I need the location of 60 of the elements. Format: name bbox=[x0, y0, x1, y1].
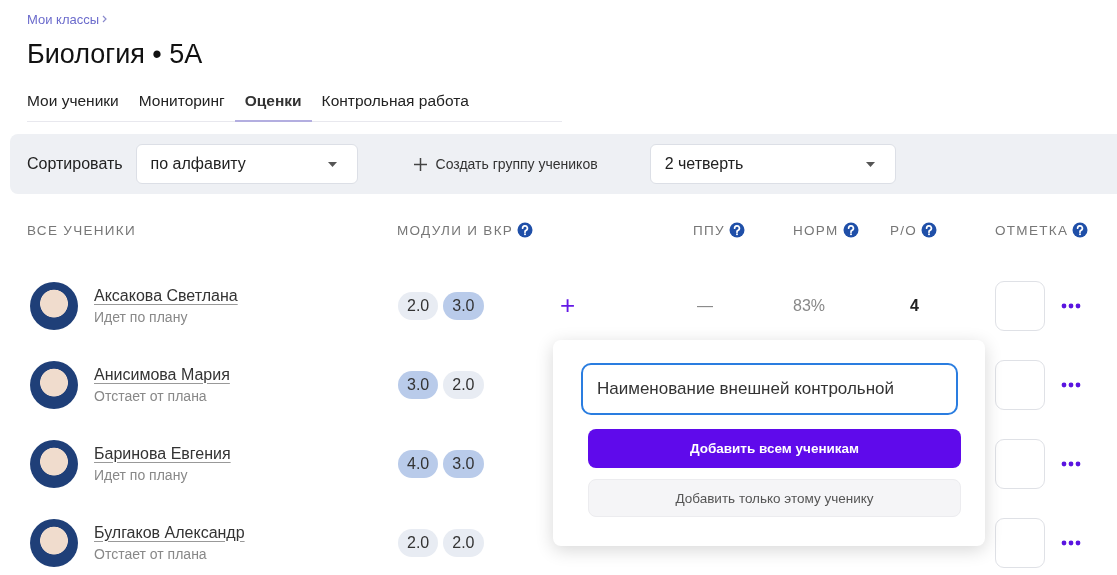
add-one-button[interactable]: Добавить только этому ученику bbox=[588, 479, 961, 517]
column-header: ППУ bbox=[693, 222, 725, 238]
student-status: Отстает от плана bbox=[94, 387, 208, 404]
sort-label: Сортировать bbox=[27, 155, 123, 173]
student-status: Идет по плану bbox=[94, 466, 189, 483]
help-icon bbox=[728, 222, 745, 238]
avatar-placeholder bbox=[30, 281, 78, 330]
caret-icon bbox=[865, 161, 875, 167]
norm-value: 83% bbox=[793, 296, 826, 314]
avatar-placeholder bbox=[30, 439, 78, 488]
more-icon[interactable] bbox=[1061, 539, 1081, 546]
more-icon[interactable] bbox=[1061, 460, 1081, 467]
mark-input[interactable] bbox=[995, 517, 1045, 568]
sort-dropdown[interactable]: по алфавиту bbox=[135, 144, 358, 184]
help-icon bbox=[921, 222, 938, 238]
caret-icon bbox=[327, 161, 337, 167]
grade-pill: 4.0 bbox=[398, 449, 439, 478]
add-all-button[interactable]: Добавить всем ученикам bbox=[588, 429, 961, 468]
help-icon bbox=[517, 222, 534, 238]
column-header: Р/О bbox=[890, 222, 918, 238]
tab[interactable]: Оценки bbox=[234, 92, 312, 122]
help-icon bbox=[1072, 222, 1089, 238]
chevron-icon bbox=[102, 15, 108, 23]
tab[interactable]: Мои ученики bbox=[27, 92, 129, 122]
column-header: МОДУЛИ И ВКР bbox=[397, 222, 514, 238]
more-icon[interactable] bbox=[1061, 381, 1081, 388]
tab[interactable]: Контрольная работа bbox=[311, 92, 479, 122]
grade-pill: 2.0 bbox=[398, 291, 439, 320]
column-header: ВСЕ УЧЕНИКИ bbox=[27, 222, 136, 238]
student-status: Идет по плану bbox=[94, 308, 189, 325]
create-group-button[interactable]: Создать группу учеников bbox=[413, 156, 598, 172]
avatar-placeholder bbox=[30, 518, 78, 567]
student-name-link[interactable]: Баринова Евгения bbox=[94, 444, 231, 463]
student-name-link[interactable]: Аксакова Светлана bbox=[94, 286, 238, 305]
ppu-value: — bbox=[697, 296, 713, 314]
grade-pill: 3.0 bbox=[443, 449, 484, 478]
tab[interactable]: Мониторинг bbox=[128, 92, 235, 122]
add-grade-button[interactable]: + bbox=[547, 289, 582, 322]
student-status: Отстает от плана bbox=[94, 545, 208, 562]
plus-icon bbox=[413, 157, 427, 171]
grade-pill: 2.0 bbox=[443, 370, 484, 399]
student-name-link[interactable]: Булгаков Александр bbox=[94, 523, 245, 542]
grade-pill: 2.0 bbox=[398, 528, 439, 557]
grade-pill: 2.0 bbox=[443, 528, 484, 557]
breadcrumb-link[interactable]: Мои классы bbox=[27, 11, 100, 27]
ro-value: 4 bbox=[909, 296, 919, 314]
page-title: Биология • 5А bbox=[27, 38, 204, 71]
mark-input[interactable] bbox=[995, 280, 1045, 331]
grade-pill: 3.0 bbox=[443, 291, 484, 320]
column-header: НОРМ bbox=[793, 222, 839, 238]
avatar-placeholder bbox=[30, 360, 78, 409]
help-icon bbox=[842, 222, 859, 238]
mark-input[interactable] bbox=[995, 359, 1045, 410]
test-name-input[interactable]: Наименование внешней контрольной bbox=[581, 363, 958, 415]
column-header: ОТМЕТКА bbox=[995, 222, 1069, 238]
student-name-link[interactable]: Анисимова Мария bbox=[94, 365, 230, 384]
period-dropdown[interactable]: 2 четверть bbox=[649, 144, 896, 184]
more-icon[interactable] bbox=[1061, 302, 1081, 309]
grade-pill: 3.0 bbox=[398, 370, 439, 399]
mark-input[interactable] bbox=[995, 438, 1045, 489]
